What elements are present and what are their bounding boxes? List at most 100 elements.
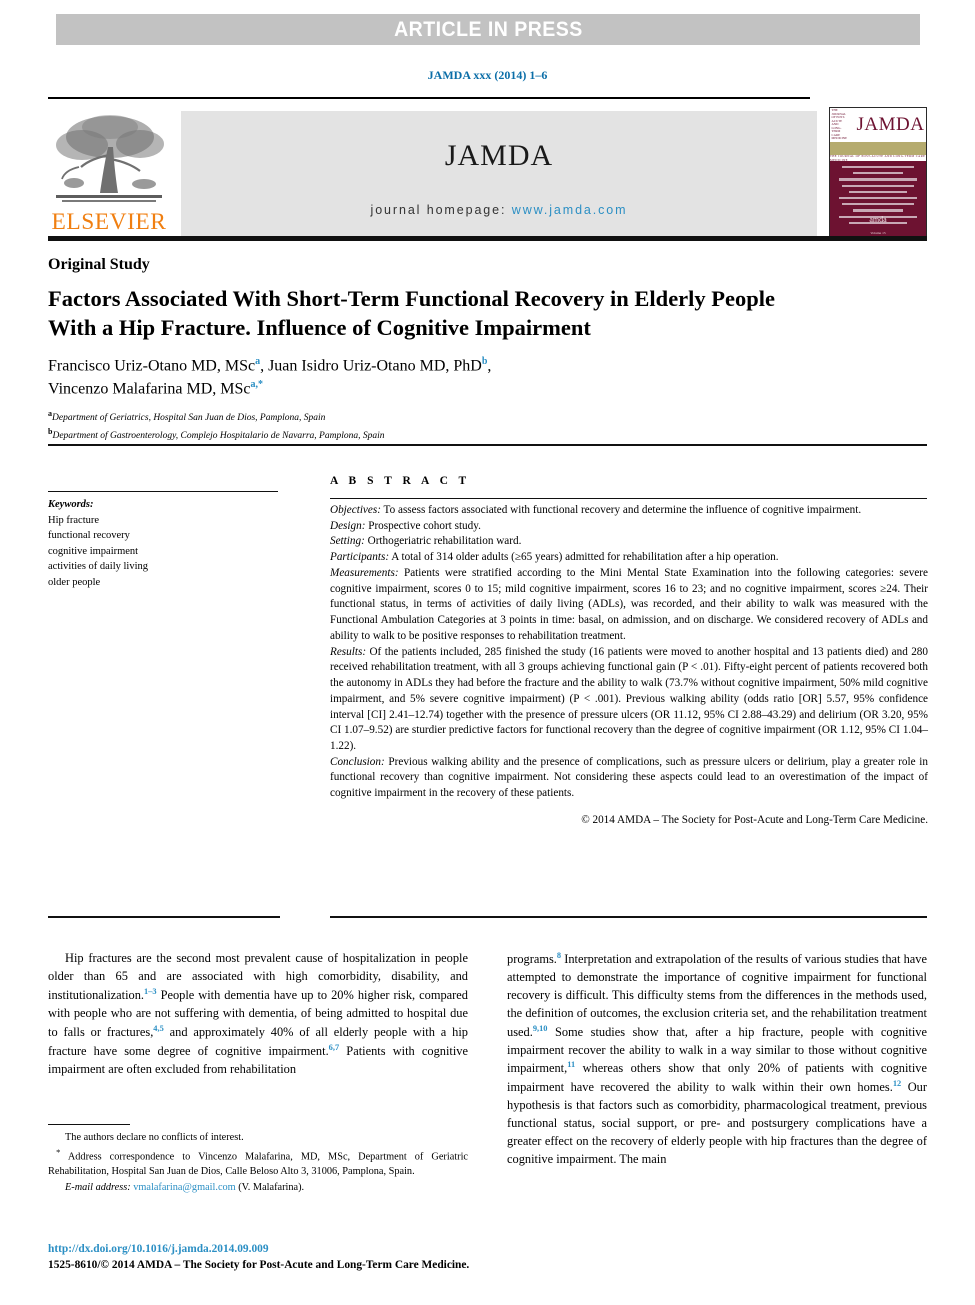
affiliation-item: aDepartment of Geriatrics, Hospital San … xyxy=(48,408,808,426)
cover-line xyxy=(852,172,904,175)
page-title: Factors Associated With Short-Term Funct… xyxy=(48,286,776,340)
keyword-item: activities of daily living xyxy=(48,561,149,573)
abstract-section-objectives: Objectives: To assess factors associated… xyxy=(330,503,928,519)
cover-line xyxy=(839,196,917,200)
abstract-copyright: © 2014 AMDA – The Society for Post-Acute… xyxy=(581,813,928,826)
author-affiliation-marker[interactable]: a,* xyxy=(251,379,264,390)
abstract-text-measurements: Patients were stratified according to th… xyxy=(330,566,928,642)
cover-volume-label: Volume 15 xyxy=(870,231,886,235)
cover-subtitle-strip: THE JOURNAL OF POST-ACUTE AND LONG-TERM … xyxy=(830,154,926,162)
cover-publisher-logo: amda xyxy=(869,215,887,224)
abstract-label-results: Results: xyxy=(330,645,367,658)
abstract-bottom-rule-right xyxy=(330,916,927,918)
email-line: E-mail address: vmalafarina@gmail.com (V… xyxy=(48,1181,468,1196)
footnote-rule xyxy=(48,1124,130,1125)
keywords-rule xyxy=(48,491,278,492)
keyword-item: cognitive impairment xyxy=(48,545,139,557)
abstract-label-objectives: Objectives: xyxy=(330,504,381,516)
keyword-item: older people xyxy=(48,576,101,588)
author-separator: , xyxy=(487,357,492,375)
abstract-label-setting: Setting: xyxy=(330,535,365,548)
abstract-body: Objectives: To assess factors associated… xyxy=(330,503,928,829)
elsevier-wordmark: ELSEVIER xyxy=(51,209,167,234)
abstract-section-conclusion: Conclusion: Previous walking ability and… xyxy=(330,755,928,802)
cover-line xyxy=(841,184,915,187)
abstract-text-objectives: To assess factors associated with functi… xyxy=(380,504,862,516)
abstract-bottom-rule-left xyxy=(48,916,280,918)
abstract-label-participants: Participants: xyxy=(330,551,390,564)
elsevier-logo: ELSEVIER xyxy=(48,111,170,237)
keywords-block: Keywords: Hip fracture functional recove… xyxy=(48,497,288,590)
author-name: Francisco Uriz-Otano MD, MSc xyxy=(48,357,256,375)
article-type-label: Original Study xyxy=(48,256,150,273)
jamda-header-panel: JAMDA journal homepage: www.jamda.com xyxy=(181,111,817,237)
citation-ref[interactable]: 9,10 xyxy=(533,1024,548,1033)
abstract-section-setting: Setting: Orthogeriatric rehabilitation w… xyxy=(330,534,928,550)
abstract-text-setting: Orthogeriatric rehabilitation ward. xyxy=(364,535,522,548)
email-link[interactable]: vmalafarina@gmail.com xyxy=(133,1182,235,1193)
abstract-label-measurements: Measurements: xyxy=(330,566,399,579)
body-column-right: programs.8 Interpretation and extrapolat… xyxy=(507,950,927,1169)
author-separator: , Juan Isidro Uriz-Otano MD, PhD xyxy=(260,357,482,375)
body-column-left: Hip fractures are the second most preval… xyxy=(48,950,468,1078)
keywords-label: Keywords: xyxy=(48,499,94,510)
email-suffix: (V. Malafarina). xyxy=(235,1182,305,1194)
abstract-section-design: Design: Prospective cohort study. xyxy=(330,519,928,535)
journal-homepage-line: journal homepage: www.jamda.com xyxy=(371,203,628,217)
body-paragraph: Hip fractures are the second most preval… xyxy=(48,950,468,1078)
cover-masthead: THE JOURNAL OF POST-ACUTE AND LONG-TERM … xyxy=(830,108,926,142)
cover-line xyxy=(848,190,908,193)
cover-tagline: THE JOURNAL OF POST-ACUTE AND LONG-TERM … xyxy=(831,108,848,141)
cover-title: JAMDA xyxy=(856,114,925,135)
journal-homepage-link[interactable]: www.jamda.com xyxy=(512,203,628,217)
abstract-section-measurements: Measurements: Patients were stratified a… xyxy=(330,566,928,645)
masthead-bottom-rule xyxy=(48,236,927,241)
body-paragraph: programs.8 Interpretation and extrapolat… xyxy=(507,950,927,1169)
journal-cover-thumbnail: THE JOURNAL OF POST-ACUTE AND LONG-TERM … xyxy=(829,107,927,239)
elsevier-tree-icon xyxy=(56,115,164,202)
journal-citation-line: JAMDA xxx (2014) 1–6 xyxy=(427,68,548,82)
cover-line xyxy=(841,203,915,206)
footnote-block: The authors declare no conflicts of inte… xyxy=(48,1131,468,1196)
citation-ref[interactable]: 6,7 xyxy=(329,1043,339,1052)
citation-ref[interactable]: 11 xyxy=(567,1060,575,1069)
doi-link[interactable]: http://dx.doi.org/10.1016/j.jamda.2014.0… xyxy=(48,1242,518,1258)
abstract-top-rule xyxy=(48,444,927,446)
affiliation-text: Department of Geriatrics, Hospital San J… xyxy=(52,413,326,424)
abstract-section-participants: Participants: A total of 314 older adult… xyxy=(330,550,928,566)
body-text: programs. xyxy=(507,952,557,967)
email-label: E-mail address: xyxy=(65,1182,131,1194)
keyword-item: Hip fracture xyxy=(48,514,100,526)
affiliation-text: Department of Gastroenterology, Complejo… xyxy=(52,431,385,442)
citation-ref[interactable]: 12 xyxy=(893,1079,901,1088)
affiliation-item: bDepartment of Gastroenterology, Complej… xyxy=(48,426,808,444)
correspondence-text: Address correspondence to Vincenzo Malaf… xyxy=(48,1151,469,1177)
abstract-text-design: Prospective cohort study. xyxy=(365,519,481,532)
cover-line xyxy=(852,209,904,212)
conflicts-statement: The authors declare no conflicts of inte… xyxy=(65,1132,244,1143)
keyword-item: functional recovery xyxy=(48,530,130,542)
citation-ref[interactable]: 1–3 xyxy=(144,987,157,996)
journal-homepage-label: journal homepage: xyxy=(370,203,507,217)
doi-block: http://dx.doi.org/10.1016/j.jamda.2014.0… xyxy=(48,1242,518,1273)
abstract-label-design: Design: xyxy=(330,519,366,532)
author-name: Vincenzo Malafarina MD, MSc xyxy=(48,380,251,398)
jamda-logo-text: JAMDA xyxy=(444,139,554,172)
cover-line xyxy=(841,166,915,169)
abstract-label-conclusion: Conclusion: xyxy=(330,755,385,768)
abstract-text-participants: A total of 314 older adults (≥65 years) … xyxy=(389,551,779,564)
abstract-text-conclusion: Previous walking ability and the presenc… xyxy=(330,755,928,800)
journal-masthead: ELSEVIER JAMDA journal homepage: www.jam… xyxy=(48,97,927,239)
affiliations: aDepartment of Geriatrics, Hospital San … xyxy=(48,408,808,444)
article-in-press-label: ARTICLE IN PRESS xyxy=(393,17,583,41)
abstract-heading: A B S T R A C T xyxy=(330,475,471,487)
citation-ref[interactable]: 4,5 xyxy=(153,1024,163,1033)
abstract-heading-rule xyxy=(330,498,927,499)
abstract-section-results: Results: Of the patients included, 285 f… xyxy=(330,645,928,755)
issn-copyright-line: 1525-8610/© 2014 AMDA – The Society for … xyxy=(48,1258,470,1271)
cover-line xyxy=(839,178,917,181)
article-in-press-banner: ARTICLE IN PRESS xyxy=(56,14,920,45)
correspondence-note: * Address correspondence to Vincenzo Mal… xyxy=(48,1146,468,1180)
masthead-top-rule xyxy=(48,97,810,99)
author-list: Francisco Uriz-Otano MD, MSca, Juan Isid… xyxy=(48,355,808,401)
